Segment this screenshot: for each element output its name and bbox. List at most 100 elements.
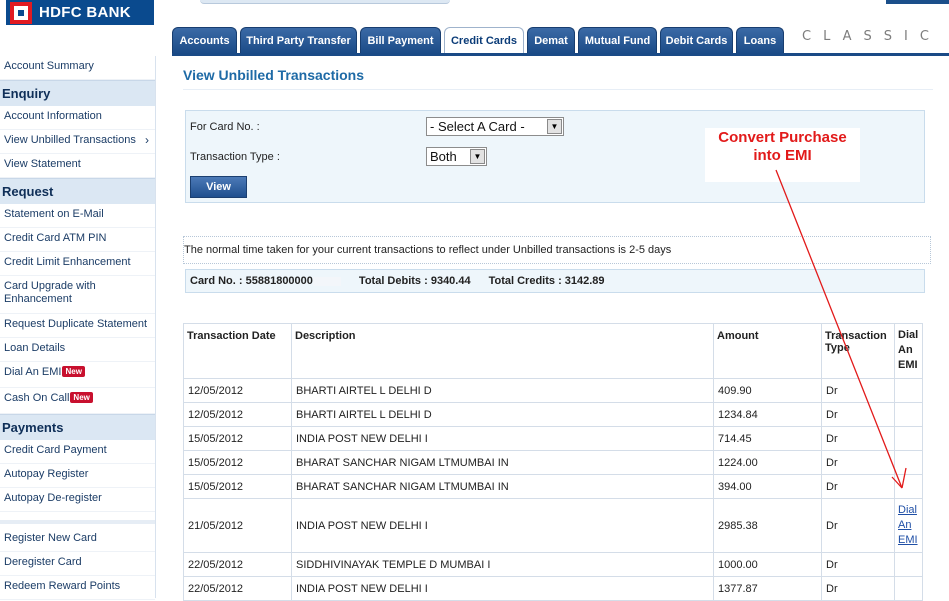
cell-description: BHARAT SANCHAR NIGAM LTMUMBAI IN (291, 450, 714, 475)
table-row: 15/05/2012 INDIA POST NEW DELHI I 714.45… (183, 426, 923, 451)
sidebar-item-card-upgrade[interactable]: Card Upgrade with Enhancement (0, 276, 155, 314)
cell-type: Dr (821, 576, 895, 601)
sidebar-item-dial-an-emi[interactable]: Dial An EMI New (0, 362, 155, 388)
sidebar-item-account-summary[interactable]: Account Summary (0, 56, 155, 80)
tab-credit-cards[interactable]: Credit Cards (444, 27, 524, 54)
card-select-value: - Select A Card - (430, 119, 525, 134)
view-button[interactable]: View (190, 176, 247, 198)
tab-third-party-transfer[interactable]: Third Party Transfer (240, 27, 357, 54)
cell-amount: 714.45 (713, 426, 822, 451)
emi-link-line2: An (898, 519, 912, 531)
cell-date: 22/05/2012 (183, 552, 292, 577)
card-select[interactable]: - Select A Card - ▼ (426, 117, 564, 136)
header-dial-an-emi: Dial An EMI (894, 323, 923, 379)
table-row: 15/05/2012 BHARAT SANCHAR NIGAM LTMUMBAI… (183, 474, 923, 499)
sidebar-item-view-statement[interactable]: View Statement (0, 154, 155, 178)
cell-amount: 2985.38 (713, 498, 822, 553)
cell-description: INDIA POST NEW DELHI I (291, 576, 714, 601)
total-credits: Total Credits : 3142.89 (488, 275, 605, 287)
bank-name: HDFC BANK (39, 4, 131, 21)
sidebar-item-account-information[interactable]: Account Information (0, 106, 155, 130)
hdfc-logo-icon (10, 1, 32, 24)
tab-debit-cards[interactable]: Debit Cards (660, 27, 733, 54)
annotation-callout: Convert Purchase into EMI (705, 128, 860, 182)
cell-emi (894, 552, 923, 577)
cell-emi (894, 474, 923, 499)
transaction-type-select[interactable]: Both ▼ (426, 147, 487, 166)
sidebar-item-credit-card-atm-pin[interactable]: Credit Card ATM PIN (0, 228, 155, 252)
table-row: 12/05/2012 BHARTI AIRTEL L DELHI D 1234.… (183, 402, 923, 427)
classic-label: CLASSIC (802, 29, 941, 44)
transaction-type-label: Transaction Type : (190, 151, 280, 163)
cell-amount: 409.90 (713, 378, 822, 403)
header-emi-line1: Dial (898, 329, 919, 341)
cell-amount: 1234.84 (713, 402, 822, 427)
info-message: The normal time taken for your current t… (183, 236, 931, 264)
tab-bill-payment[interactable]: Bill Payment (360, 27, 441, 54)
sidebar-separator (0, 512, 155, 524)
table-row: 12/05/2012 BHARTI AIRTEL L DELHI D 409.9… (183, 378, 923, 403)
cell-emi (894, 576, 923, 601)
sidebar-item-redeem-reward-points[interactable]: Redeem Reward Points (0, 576, 155, 600)
sidebar-heading-enquiry: Enquiry (0, 80, 155, 106)
sidebar-item-autopay-register[interactable]: Autopay Register (0, 464, 155, 488)
card-number: Card No. : 55881800000 (190, 275, 313, 287)
masked-digits (312, 276, 341, 286)
cell-type: Dr (821, 402, 895, 427)
chevron-down-icon: ▼ (470, 149, 485, 164)
tab-accounts[interactable]: Accounts (172, 27, 237, 54)
header-description: Description (291, 323, 714, 379)
dial-an-emi-link[interactable]: Dial An EMI (898, 503, 919, 548)
table-row: 21/05/2012 INDIA POST NEW DELHI I 2985.3… (183, 498, 923, 553)
cell-description: SIDDHIVINAYAK TEMPLE D MUMBAI I (291, 552, 714, 577)
cell-amount: 1224.00 (713, 450, 822, 475)
cell-type: Dr (821, 498, 895, 553)
sidebar-heading-payments: Payments (0, 414, 155, 440)
annotation-line1: Convert Purchase (718, 129, 847, 146)
header-amount: Amount (713, 323, 822, 379)
table-row: 15/05/2012 BHARAT SANCHAR NIGAM LTMUMBAI… (183, 450, 923, 475)
sidebar-item-deregister-card[interactable]: Deregister Card (0, 552, 155, 576)
cell-date: 22/05/2012 (183, 576, 292, 601)
cell-emi (894, 378, 923, 403)
hdfc-logo[interactable]: HDFC BANK (6, 0, 154, 25)
sidebar-item-credit-limit-enhancement[interactable]: Credit Limit Enhancement (0, 252, 155, 276)
cell-date: 21/05/2012 (183, 498, 292, 553)
cell-type: Dr (821, 474, 895, 499)
sidebar-item-statement-on-email[interactable]: Statement on E-Mail (0, 204, 155, 228)
page-title: View Unbilled Transactions (183, 67, 365, 83)
tab-demat[interactable]: Demat (527, 27, 575, 54)
sidebar-item-request-duplicate-statement[interactable]: Request Duplicate Statement (0, 314, 155, 338)
cell-date: 15/05/2012 (183, 474, 292, 499)
cell-date: 15/05/2012 (183, 450, 292, 475)
title-divider (183, 89, 933, 90)
cell-description: BHARTI AIRTEL L DELHI D (291, 378, 714, 403)
sidebar-item-credit-card-payment[interactable]: Credit Card Payment (0, 440, 155, 464)
tab-mutual-fund[interactable]: Mutual Fund (578, 27, 657, 54)
total-debits: Total Debits : 9340.44 (358, 275, 471, 287)
table-row: 22/05/2012 SIDDHIVINAYAK TEMPLE D MUMBAI… (183, 552, 923, 577)
cell-type: Dr (821, 378, 895, 403)
header-emi-line2: An (898, 344, 913, 356)
sidebar-item-label: Cash On Call (4, 392, 70, 404)
sidebar-item-loan-details[interactable]: Loan Details (0, 338, 155, 362)
cell-date: 15/05/2012 (183, 426, 292, 451)
emi-link-line1: Dial (898, 504, 917, 516)
cell-description: BHARAT SANCHAR NIGAM LTMUMBAI IN (291, 474, 714, 499)
sidebar-item-cash-on-call[interactable]: Cash On Call New (0, 388, 155, 414)
cell-amount: 1000.00 (713, 552, 822, 577)
sidebar-item-view-unbilled-transactions[interactable]: View Unbilled Transactions (0, 130, 155, 154)
table-header-row: Transaction Date Description Amount Tran… (183, 323, 923, 379)
top-strip (200, 0, 450, 4)
top-right-strip (886, 0, 949, 4)
new-badge: New (70, 392, 93, 403)
card-summary: Card No. : 55881800000 Total Debits : 934… (185, 269, 925, 293)
cell-description: BHARTI AIRTEL L DELHI D (291, 402, 714, 427)
sidebar-heading-request: Request (0, 178, 155, 204)
tab-loans[interactable]: Loans (736, 27, 784, 54)
sidebar-item-autopay-deregister[interactable]: Autopay De-register (0, 488, 155, 512)
header-transaction-date: Transaction Date (183, 323, 292, 379)
cell-emi (894, 450, 923, 475)
sidebar-item-register-new-card[interactable]: Register New Card (0, 528, 155, 552)
header: HDFC BANK Accounts Third Party Transfer … (0, 0, 949, 56)
